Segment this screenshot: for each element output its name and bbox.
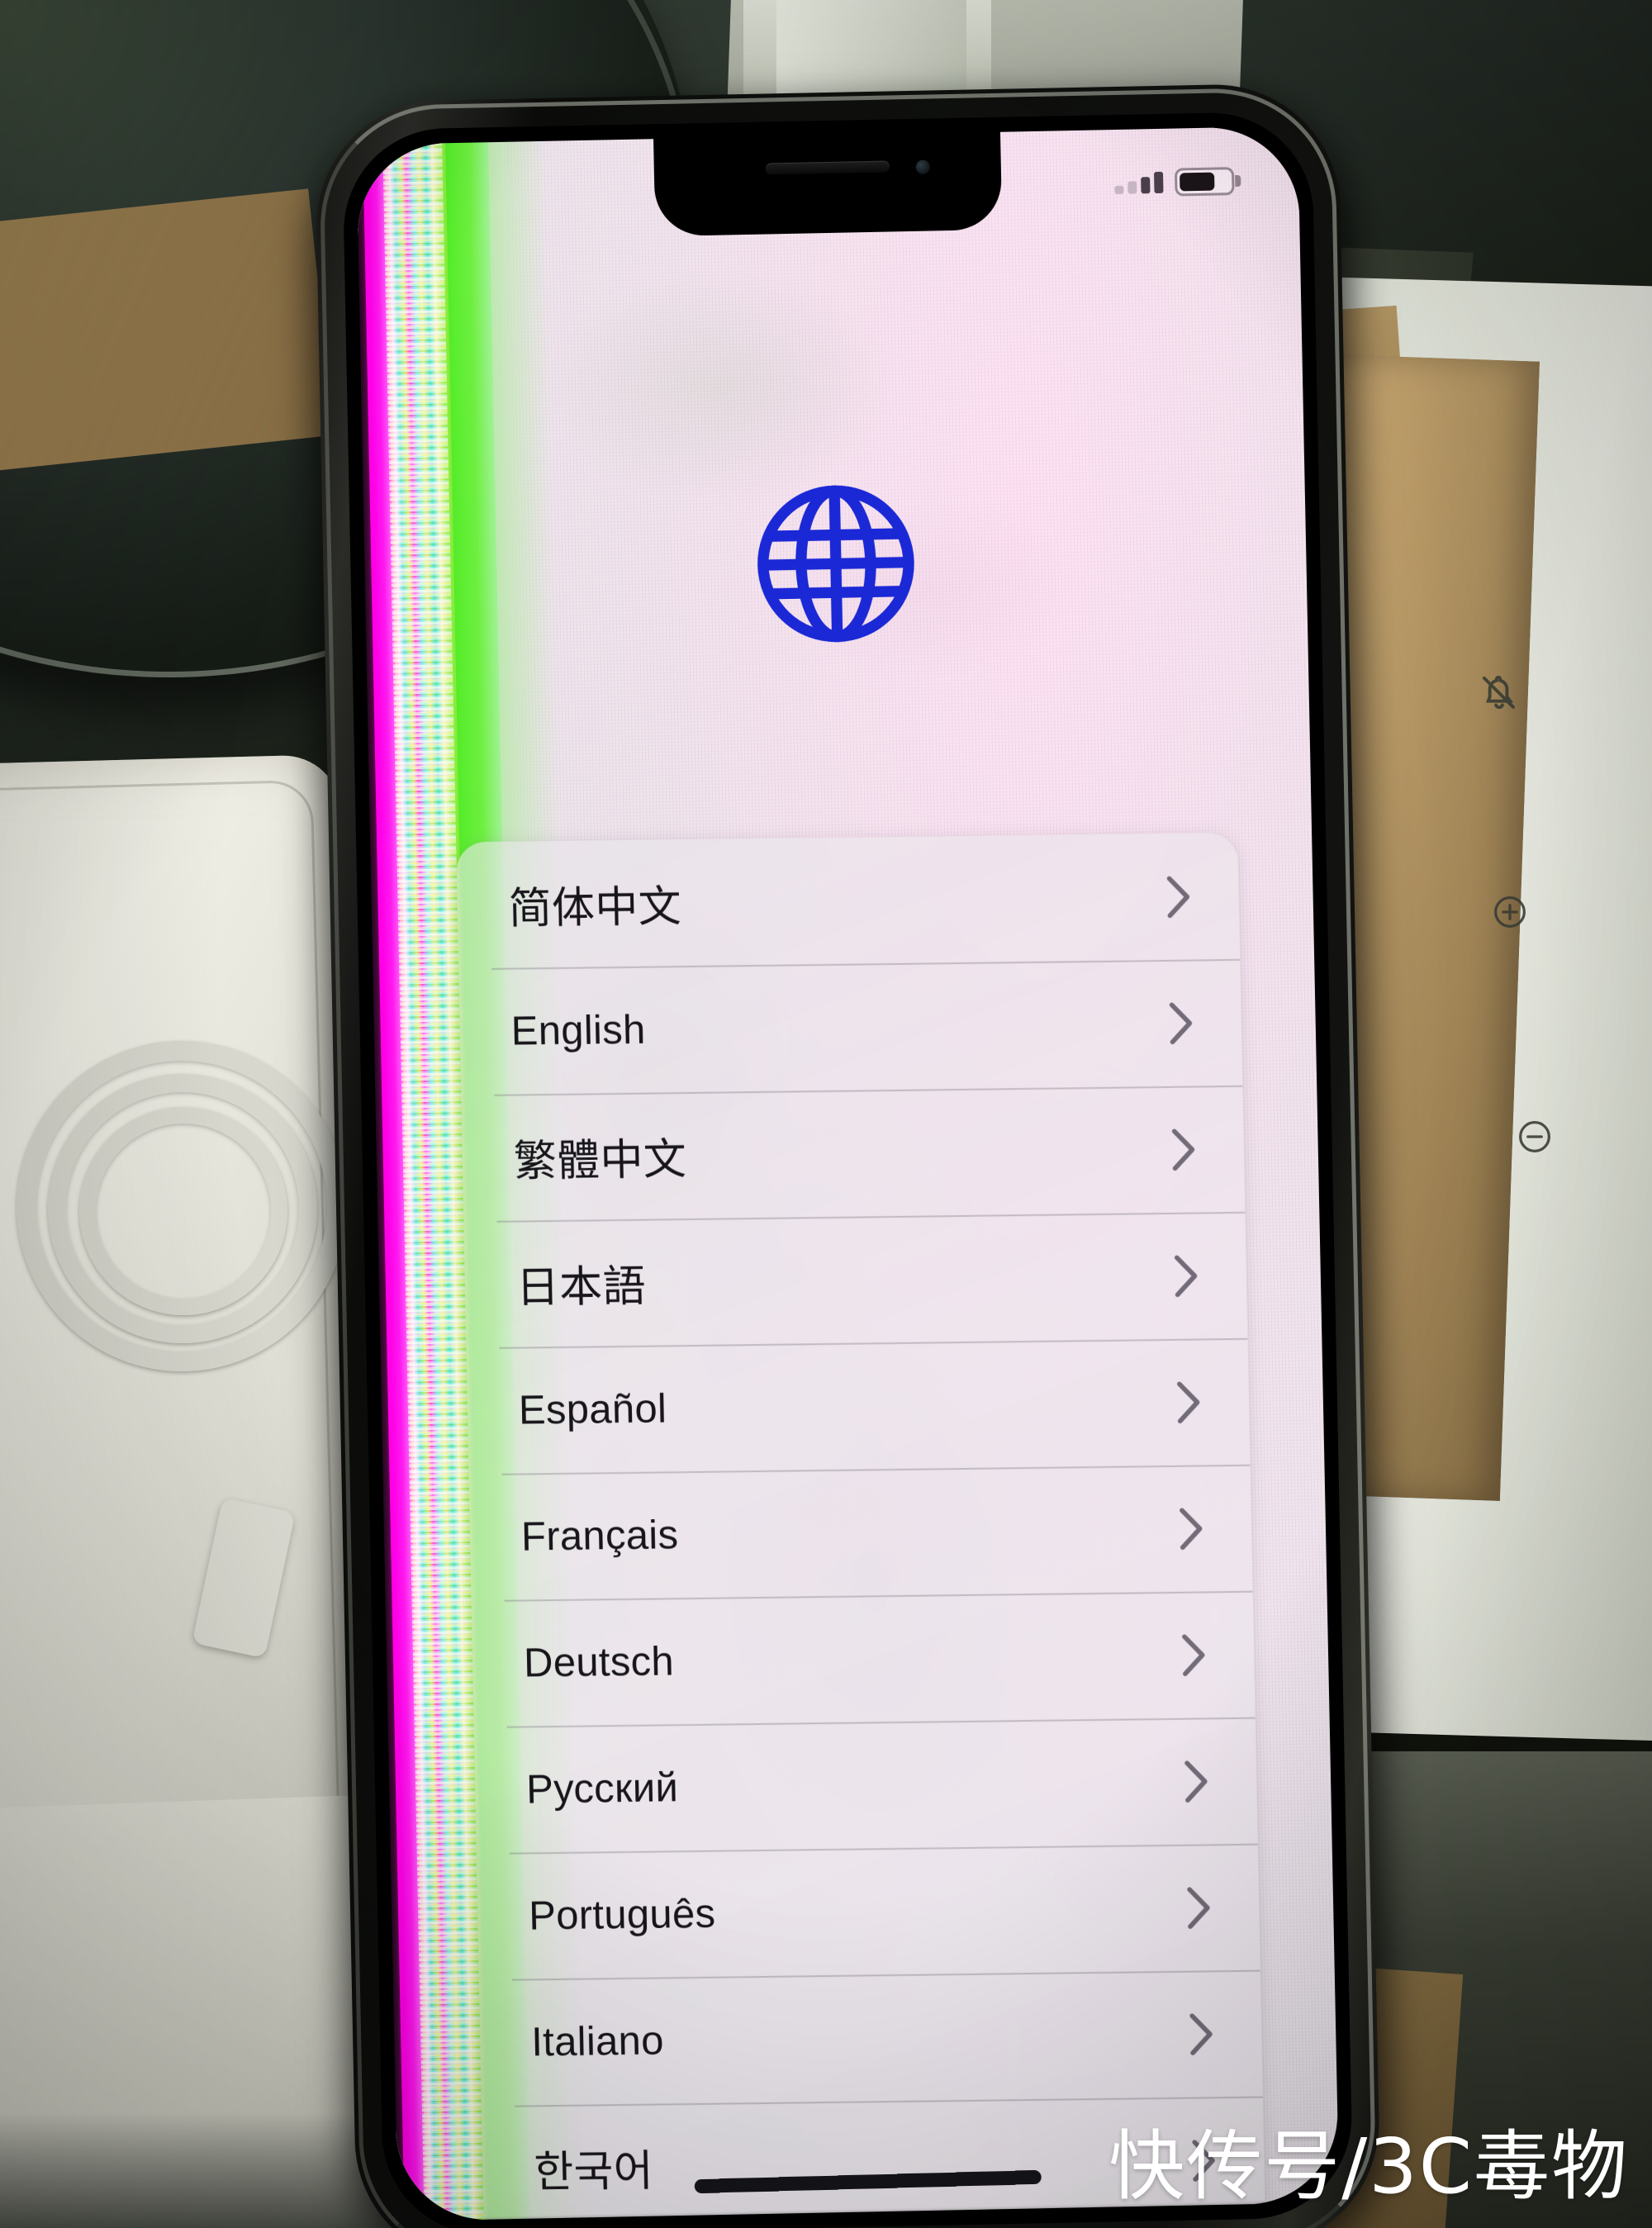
- language-row[interactable]: Italiano: [479, 1970, 1263, 2107]
- language-row[interactable]: Português: [477, 1844, 1260, 1980]
- volume-up-icon: [1494, 896, 1526, 928]
- earpiece-speaker-icon: [765, 160, 890, 175]
- chevron-right-icon: [1187, 1886, 1210, 1929]
- device-screen[interactable]: 简体中文 English 繁體中文日本語 Español Français Deutsch…: [356, 126, 1340, 2221]
- chevron-right-icon: [1174, 1255, 1198, 1297]
- language-row[interactable]: 繁體中文: [461, 1085, 1245, 1222]
- watermark-text: 快传号/3C毒物: [1108, 2122, 1629, 2211]
- chevron-right-icon: [1171, 1128, 1195, 1171]
- language-row[interactable]: 日本語: [463, 1212, 1247, 1348]
- chevron-right-icon: [1176, 1380, 1200, 1423]
- language-row[interactable]: Français: [468, 1465, 1252, 1601]
- photo-scene: 简体中文 English 繁體中文日本語 Español Français Deutsch…: [0, 0, 1652, 2228]
- language-label: 한국어: [533, 2147, 654, 2197]
- front-camera-icon: [915, 159, 931, 174]
- language-label: 日本語: [515, 1262, 647, 1313]
- package-button-diagram: [1449, 669, 1581, 1158]
- coiled-cable-loop-inner: [79, 1107, 287, 1315]
- chevron-right-icon: [1189, 2012, 1213, 2055]
- language-label: Español: [518, 1385, 667, 1433]
- device-chassis: 简体中文 English 繁體中文日本語 Español Français Deutsch…: [314, 82, 1382, 2228]
- language-row[interactable]: Deutsch: [472, 1591, 1256, 1727]
- language-label: 繁體中文: [513, 1136, 687, 1186]
- language-label: Italiano: [530, 2017, 665, 2064]
- chevron-right-icon: [1166, 876, 1190, 918]
- battery-tip: [1235, 174, 1241, 188]
- language-label: Русский: [525, 1765, 679, 1812]
- language-list[interactable]: 简体中文 English 繁體中文日本語 Español Français Deutsch…: [456, 832, 1265, 2221]
- display-notch: [653, 130, 1003, 237]
- iphone-device: 简体中文 English 繁體中文日本語 Español Français Deutsch…: [314, 82, 1382, 2228]
- mute-bell-icon: [1482, 676, 1515, 710]
- language-row[interactable]: Español: [466, 1338, 1250, 1475]
- battery-icon: [1174, 167, 1241, 197]
- language-label: Français: [520, 1512, 679, 1560]
- chevron-right-icon: [1169, 1002, 1193, 1044]
- language-row[interactable]: English: [458, 959, 1242, 1095]
- cellular-signal-icon: [1114, 171, 1164, 195]
- language-label: Deutsch: [523, 1638, 675, 1685]
- language-label: Português: [528, 1891, 716, 1938]
- language-label: English: [510, 1007, 647, 1054]
- globe-icon: [757, 485, 914, 643]
- chevron-right-icon: [1180, 1507, 1203, 1550]
- language-row[interactable]: 简体中文: [456, 833, 1240, 969]
- status-bar: [1114, 167, 1241, 197]
- language-label: 简体中文: [508, 883, 682, 933]
- battery-level-fill: [1180, 172, 1215, 192]
- volume-down-icon: [1519, 1121, 1550, 1152]
- chevron-right-icon: [1182, 1633, 1205, 1676]
- cardboard-piece-left: [0, 188, 335, 473]
- language-row[interactable]: Русский: [474, 1717, 1258, 1854]
- globe-header: [363, 469, 1308, 658]
- chevron-right-icon: [1184, 1760, 1208, 1803]
- device-bezel: 简体中文 English 繁體中文日本語 Español Français Deutsch…: [341, 111, 1354, 2228]
